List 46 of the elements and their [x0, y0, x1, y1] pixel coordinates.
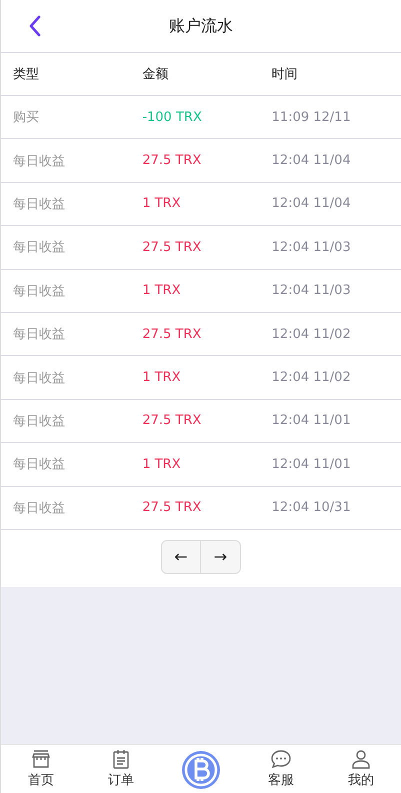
chat-icon[interactable] [270, 749, 292, 769]
column-header: 金额 [142, 66, 170, 83]
table-cell-text: 每日收益 [13, 456, 66, 474]
tab-label[interactable]: 订单 [108, 771, 134, 789]
table-cell-text: 每日收益 [13, 239, 66, 256]
table-cell-text: 每日收益 [13, 326, 66, 344]
table-cell-text: 1 TRX [142, 456, 182, 472]
tab-label[interactable]: 我的 [348, 771, 374, 789]
tab-label[interactable]: 首页 [28, 771, 54, 789]
person-icon[interactable] [351, 749, 371, 769]
table-cell-text: 1 TRX [142, 370, 182, 386]
table-cell-text: 27.5 TRX [142, 413, 202, 428]
table-cell-text: 12:04 11/04 [272, 196, 352, 212]
table-cell-text: -100 TRX [142, 110, 203, 125]
bitcoin-icon[interactable] [181, 750, 221, 790]
table-cell-text: 12:04 11/01 [272, 413, 352, 428]
page-title: 账户流水 [169, 16, 233, 36]
table-cell-text: 每日收益 [13, 412, 66, 430]
table-cell-text: 12:04 11/04 [272, 153, 352, 168]
table-cell-text: 1 TRX [142, 283, 182, 298]
table-cell-text: 12:04 11/02 [272, 326, 352, 342]
table-cell-text: 27.5 TRX [142, 153, 202, 168]
tab-label[interactable]: 客服 [268, 771, 294, 789]
table-cell-text: 每日收益 [13, 152, 66, 170]
table-cell-text: 每日收益 [13, 282, 66, 300]
store-icon[interactable] [31, 749, 51, 769]
column-header: 类型 [13, 66, 40, 83]
table-cell-text: 12:04 11/01 [272, 456, 352, 472]
table-cell-text: 12:04 11/03 [272, 240, 352, 255]
table-cell-text: 27.5 TRX [142, 326, 202, 342]
table-cell-text: 27.5 TRX [142, 500, 202, 516]
clipboard-icon[interactable] [111, 749, 131, 769]
back-icon[interactable] [28, 15, 42, 37]
table-cell-text: 11:09 12/11 [272, 110, 352, 125]
table-cell-text: 每日收益 [13, 370, 66, 387]
table-cell-text: 1 TRX [142, 196, 182, 212]
table-cell-text: 12:04 10/31 [272, 500, 352, 516]
table-cell-text: 购买 [13, 109, 40, 126]
table-cell-text: 每日收益 [13, 500, 66, 517]
next-page-button[interactable]: → [201, 540, 241, 574]
table-cell-text: 12:04 11/03 [272, 283, 352, 298]
column-header: 时间 [272, 66, 299, 83]
table-cell-text: 12:04 11/02 [272, 370, 352, 386]
table-cell-text: 27.5 TRX [142, 240, 202, 255]
table-cell-text: 每日收益 [13, 196, 66, 213]
previous-page-button[interactable]: ← [161, 540, 201, 574]
